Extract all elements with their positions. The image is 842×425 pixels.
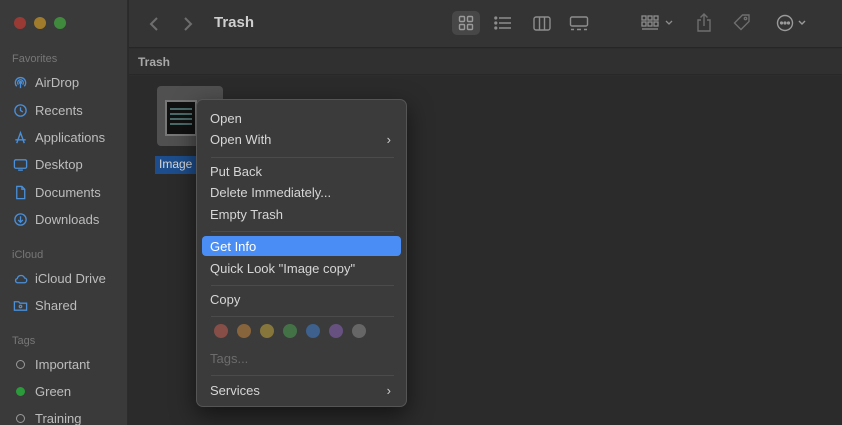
tag-green-swatch[interactable] (283, 324, 297, 338)
clock-icon (12, 102, 28, 118)
list-view-button[interactable] (489, 11, 517, 35)
menu-item-services[interactable]: Services › (202, 380, 401, 400)
chevron-right-icon (184, 17, 193, 31)
toolbar: Trash (129, 0, 842, 48)
applications-icon (12, 129, 28, 145)
sidebar-item-shared[interactable]: Shared (12, 295, 77, 315)
menu-separator (211, 316, 394, 317)
tag-gray-swatch[interactable] (352, 324, 366, 338)
menu-item-get-info[interactable]: Get Info (202, 236, 401, 256)
sidebar-tag-important[interactable]: Important (12, 354, 90, 374)
sidebar-item-label: Green (35, 383, 72, 399)
path-bar: Trash (129, 49, 842, 75)
gallery-icon (569, 15, 589, 30)
action-menu-button[interactable] (772, 11, 814, 35)
sidebar-item-airdrop[interactable]: AirDrop (12, 72, 79, 92)
sidebar-item-desktop[interactable]: Desktop (12, 154, 83, 174)
tag-orange-swatch[interactable] (237, 324, 251, 338)
menu-item-open[interactable]: Open (202, 108, 401, 128)
file-name-label[interactable]: Image (155, 156, 197, 174)
menu-item-delete-immediately[interactable]: Delete Immediately... (202, 182, 401, 202)
menu-item-empty-trash[interactable]: Empty Trash (202, 204, 401, 224)
window-controls (14, 17, 66, 29)
gallery-view-button[interactable] (565, 11, 593, 35)
sidebar-item-label: AirDrop (35, 74, 80, 90)
menu-separator (211, 375, 394, 376)
sidebar-item-label: iCloud Drive (35, 270, 106, 286)
group-grid-icon (641, 15, 673, 30)
sidebar-item-icloud-drive[interactable]: iCloud Drive (12, 268, 106, 288)
tag-red-swatch[interactable] (214, 324, 228, 338)
sidebar-item-label: Applications (35, 129, 106, 145)
sidebar-item-label: Documents (35, 184, 101, 200)
menu-item-put-back[interactable]: Put Back (202, 161, 401, 181)
menu-separator (211, 231, 394, 232)
sidebar-item-label: Training (35, 410, 82, 425)
shared-folder-icon (12, 297, 28, 313)
icon-view-button[interactable] (452, 11, 480, 35)
chevron-right-icon: › (386, 383, 391, 398)
share-icon (697, 13, 711, 32)
ellipsis-circle-icon (776, 14, 806, 32)
grid-icon (458, 15, 474, 31)
minimize-window-button[interactable] (34, 17, 46, 29)
sidebar-tag-green[interactable]: Green (12, 381, 71, 401)
column-view-button[interactable] (528, 11, 556, 35)
list-icon (494, 16, 511, 30)
share-button[interactable] (692, 10, 716, 36)
back-button[interactable] (143, 13, 165, 35)
forward-button[interactable] (177, 13, 199, 35)
menu-item-open-with[interactable]: Open With › (202, 129, 401, 149)
window-title: Trash (214, 14, 255, 31)
sidebar-item-label: Important (35, 356, 90, 372)
sidebar-item-applications[interactable]: Applications (12, 127, 105, 147)
airdrop-icon (12, 74, 28, 90)
tag-color-icon (15, 386, 25, 396)
menu-separator (211, 285, 394, 286)
tag-color-icon (15, 359, 25, 369)
sidebar-item-label: Recents (35, 102, 83, 118)
image-file-icon (165, 100, 197, 136)
cloud-icon (12, 270, 28, 286)
sidebar-item-recents[interactable]: Recents (12, 100, 83, 120)
sidebar-item-downloads[interactable]: Downloads (12, 209, 99, 229)
document-icon (12, 184, 28, 200)
zoom-window-button[interactable] (54, 17, 66, 29)
context-menu: Open Open With › Put Back Delete Immedia… (196, 99, 407, 407)
download-icon (12, 211, 28, 227)
menu-item-tags[interactable]: Tags... (202, 348, 401, 368)
columns-icon (533, 15, 551, 31)
tag-color-icon (15, 413, 25, 423)
close-window-button[interactable] (14, 17, 26, 29)
sidebar-section-favorites: Favorites (12, 53, 58, 65)
chevron-right-icon: › (386, 132, 391, 147)
tag-yellow-swatch[interactable] (260, 324, 274, 338)
menu-separator (211, 157, 394, 158)
desktop-icon (12, 156, 28, 172)
menu-item-copy[interactable]: Copy (202, 289, 401, 309)
tag-purple-swatch[interactable] (329, 324, 343, 338)
sidebar-section-tags: Tags (12, 335, 36, 347)
chevron-left-icon (149, 17, 158, 31)
group-by-button[interactable] (637, 11, 679, 35)
sidebar-section-icloud: iCloud (12, 249, 44, 261)
sidebar-item-label: Downloads (35, 211, 100, 227)
menu-item-quick-look[interactable]: Quick Look "Image copy" (202, 258, 401, 278)
sidebar-tag-training[interactable]: Training (12, 408, 81, 425)
sidebar-item-label: Shared (35, 297, 77, 313)
sidebar-item-label: Desktop (35, 156, 83, 172)
tag-blue-swatch[interactable] (306, 324, 320, 338)
path-label: Trash (138, 55, 171, 69)
sidebar: Favorites AirDrop Recents Applications D… (0, 0, 128, 425)
tag-button[interactable] (729, 10, 755, 36)
tag-icon (733, 14, 750, 31)
sidebar-item-documents[interactable]: Documents (12, 182, 101, 202)
tag-color-row (214, 324, 366, 338)
